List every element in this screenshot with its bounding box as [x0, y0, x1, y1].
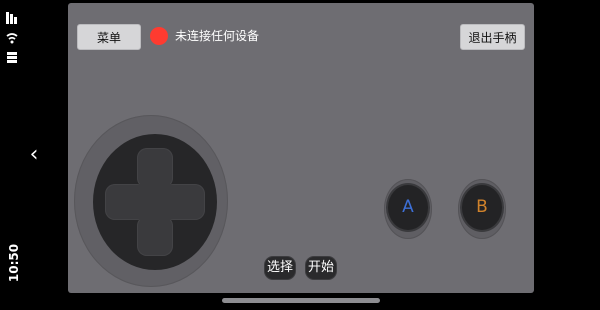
a-button-ring: A	[384, 179, 432, 239]
dpad-center	[137, 184, 173, 220]
b-button-ring: B	[458, 179, 506, 239]
b-button[interactable]: B	[462, 185, 502, 230]
wifi-icon	[6, 33, 18, 44]
system-time: 10:50	[7, 243, 21, 283]
connection-status-dot	[150, 27, 168, 45]
dpad[interactable]	[93, 134, 217, 270]
exit-gamepad-button[interactable]: 退出手柄	[460, 24, 525, 50]
connection-status-text: 未连接任何设备	[175, 29, 260, 43]
controller-panel: 菜单 未连接任何设备 退出手柄 A B 选择 开始	[68, 3, 534, 293]
chevron-left-icon: ‹	[29, 142, 39, 167]
home-indicator[interactable]	[222, 298, 380, 303]
start-button[interactable]: 开始	[306, 257, 336, 279]
battery-icon	[7, 52, 17, 63]
back-button[interactable]: ‹	[24, 142, 44, 168]
dpad-well	[93, 134, 217, 270]
dpad-down[interactable]	[137, 216, 173, 256]
menu-button[interactable]: 菜单	[77, 24, 141, 50]
select-button[interactable]: 选择	[265, 257, 295, 279]
dpad-base	[74, 115, 228, 287]
dpad-up[interactable]	[137, 148, 173, 188]
a-button[interactable]: A	[388, 185, 428, 230]
signal-icon	[6, 12, 17, 24]
